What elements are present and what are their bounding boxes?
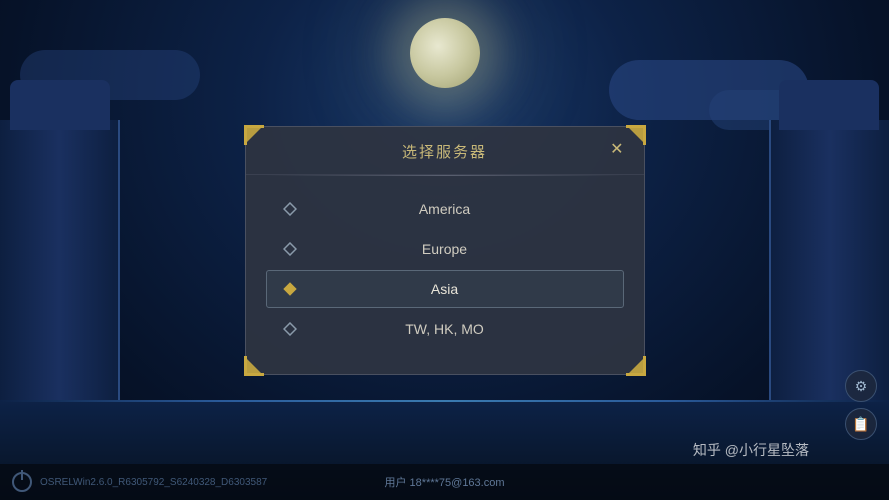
modal-title: 选择服务器 <box>402 141 487 162</box>
server-item-america[interactable]: America <box>266 190 624 228</box>
diamond-icon-twhkmo <box>283 322 297 336</box>
server-item-europe[interactable]: Europe <box>266 230 624 268</box>
user-label: 用户 <box>384 477 406 489</box>
server-name-twhkmo: TW, HK, MO <box>309 321 581 337</box>
corner-decoration-br <box>626 356 646 376</box>
server-item-asia[interactable]: Asia <box>266 270 624 308</box>
wrench-button[interactable]: ⚙ <box>845 370 877 402</box>
server-name-america: America <box>309 201 581 217</box>
server-select-modal: 选择服务器 ✕ America Europe <box>245 126 645 375</box>
server-list: America Europe Asia TW, <box>246 184 644 354</box>
power-button[interactable] <box>12 472 32 492</box>
server-name-asia: Asia <box>309 281 581 297</box>
user-email: 18****75@163.com <box>410 477 505 489</box>
calendar-button[interactable]: 📋 <box>845 408 877 440</box>
close-button[interactable]: ✕ <box>606 140 627 160</box>
diamond-icon-america <box>283 202 297 216</box>
watermark: 知乎 @小行星坠落 <box>693 440 809 460</box>
diamond-icon-asia <box>283 282 297 296</box>
server-item-twhkmo[interactable]: TW, HK, MO <box>266 310 624 348</box>
diamond-icon-europe <box>283 242 297 256</box>
version-text: OSRELWin2.6.0_R6305792_S6240328_D6303587 <box>40 477 267 488</box>
modal-divider <box>266 175 624 176</box>
side-icons: ⚙ 📋 <box>845 370 877 440</box>
corner-decoration-tr <box>626 125 646 145</box>
corner-decoration-bl <box>244 356 264 376</box>
modal-overlay: 选择服务器 ✕ America Europe <box>0 0 889 500</box>
server-name-europe: Europe <box>309 241 581 257</box>
watermark-text: 知乎 @小行星坠落 <box>693 442 809 458</box>
user-info: 用户 18****75@163.com <box>384 474 504 490</box>
modal-header: 选择服务器 ✕ <box>246 127 644 175</box>
bottom-bar: OSRELWin2.6.0_R6305792_S6240328_D6303587… <box>0 464 889 500</box>
corner-decoration-tl <box>244 125 264 145</box>
